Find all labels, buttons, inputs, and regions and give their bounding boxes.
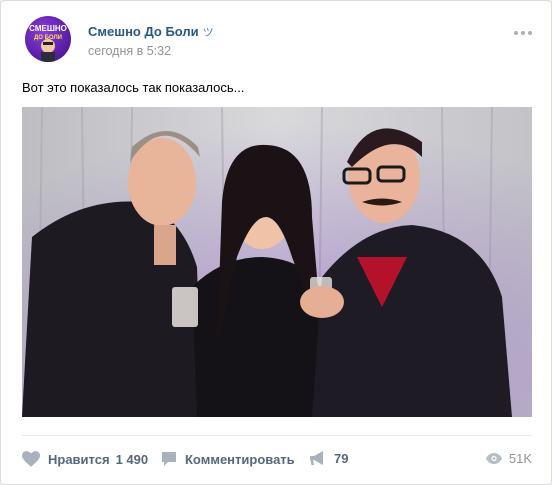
divider bbox=[22, 435, 532, 436]
share-count: 79 bbox=[334, 451, 349, 466]
comment-button[interactable]: Комментировать bbox=[161, 451, 295, 467]
post-text: Вот это показалось так показалось... bbox=[22, 80, 245, 95]
like-button[interactable]: Нравится 1 490 bbox=[22, 451, 148, 467]
like-label: Нравится bbox=[48, 451, 110, 467]
heart-icon bbox=[22, 451, 40, 467]
eye-icon bbox=[485, 453, 502, 464]
share-button[interactable]: 79 bbox=[309, 451, 348, 466]
post-photo[interactable] bbox=[22, 107, 532, 417]
more-icon[interactable] bbox=[514, 31, 532, 35]
megaphone-icon bbox=[309, 451, 326, 466]
author-name[interactable]: Смешно До Боли ツ bbox=[88, 24, 214, 40]
comment-label: Комментировать bbox=[185, 451, 295, 467]
post-time[interactable]: сегодня в 5:32 bbox=[88, 44, 171, 58]
views-counter: 51K bbox=[485, 451, 532, 466]
verified-mark: ツ bbox=[202, 27, 214, 39]
avatar-text-line2: ДО БОЛИ bbox=[34, 35, 62, 41]
comment-icon bbox=[161, 451, 177, 467]
photo-illustration bbox=[22, 107, 532, 417]
views-count: 51K bbox=[508, 451, 532, 466]
post-card: СМЕШНО ДО БОЛИ Смешно До Боли ツ сегодня в… bbox=[0, 0, 552, 485]
avatar[interactable]: СМЕШНО ДО БОЛИ bbox=[25, 16, 71, 62]
author-name-text[interactable]: Смешно До Боли bbox=[88, 24, 199, 39]
like-count: 1 490 bbox=[115, 451, 149, 467]
avatar-text-line1: СМЕШНО bbox=[29, 24, 67, 33]
